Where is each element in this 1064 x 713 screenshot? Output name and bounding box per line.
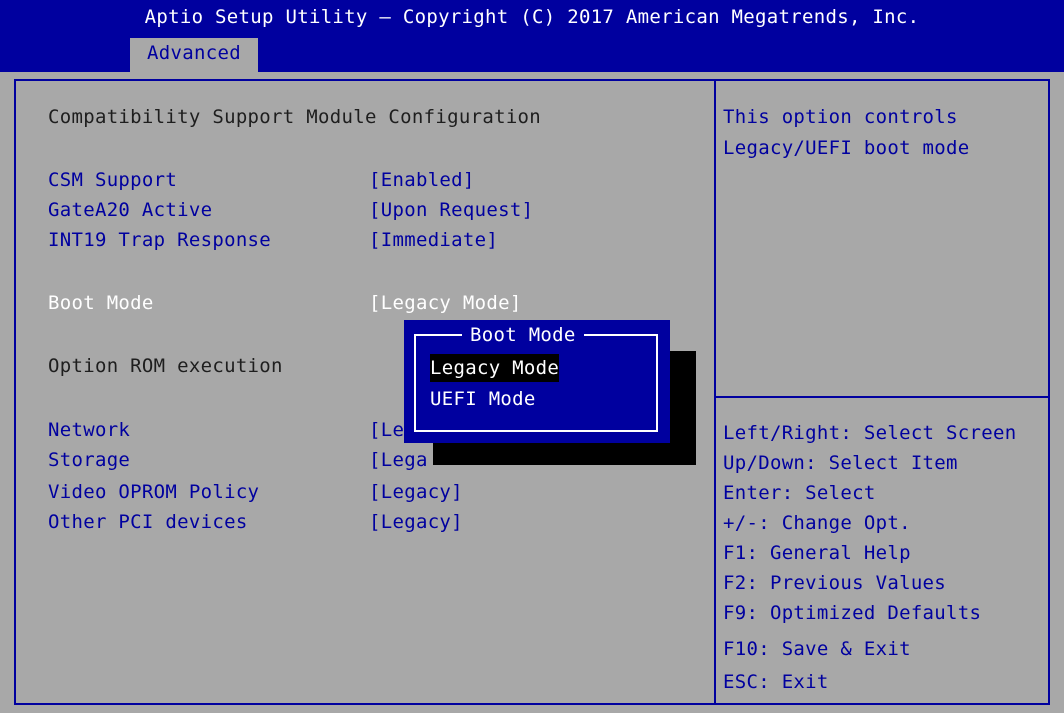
- setting-value-csm-support[interactable]: [Enabled]: [369, 166, 475, 194]
- key-hint-f10: F10: Save & Exit: [723, 638, 911, 660]
- setting-label-int19-trap-response[interactable]: INT19 Trap Response: [48, 226, 271, 254]
- setting-value-video-oprom-policy[interactable]: [Legacy]: [369, 478, 463, 506]
- help-divider: [716, 396, 1050, 398]
- setting-value-other-pci-devices[interactable]: [Legacy]: [369, 508, 463, 536]
- setting-label-storage[interactable]: Storage: [48, 446, 130, 474]
- key-hint-change-opt: +/-: Change Opt.: [723, 512, 911, 534]
- key-hint-f1: F1: General Help: [723, 542, 911, 564]
- popup-option-legacy-mode[interactable]: Legacy Mode: [430, 354, 560, 382]
- setting-label-network[interactable]: Network: [48, 416, 130, 444]
- setting-label-video-oprom-policy[interactable]: Video OPROM Policy: [48, 478, 259, 506]
- panel-divider: [714, 79, 716, 705]
- setting-label-other-pci-devices[interactable]: Other PCI devices: [48, 508, 248, 536]
- key-hint-enter: Enter: Select: [723, 482, 876, 504]
- key-hint-esc: ESC: Exit: [723, 671, 829, 693]
- help-description-line-2: Legacy/UEFI boot mode: [723, 137, 970, 159]
- setting-label-boot-mode[interactable]: Boot Mode: [48, 289, 154, 317]
- setting-label-gatea20-active[interactable]: GateA20 Active: [48, 196, 212, 224]
- help-description-line-1: This option controls: [723, 106, 958, 128]
- key-hint-f2: F2: Previous Values: [723, 572, 947, 594]
- boot-mode-popup: Boot Mode Legacy Mode UEFI Mode: [404, 320, 670, 443]
- title-bar: Aptio Setup Utility – Copyright (C) 2017…: [0, 0, 1064, 72]
- setting-value-network[interactable]: [Le: [369, 416, 404, 444]
- option-rom-execution-heading: Option ROM execution: [48, 355, 283, 377]
- setting-value-storage[interactable]: [Lega: [369, 446, 428, 474]
- popup-option-uefi-mode[interactable]: UEFI Mode: [430, 385, 536, 413]
- setting-value-boot-mode[interactable]: [Legacy Mode]: [369, 289, 522, 317]
- setting-value-gatea20-active[interactable]: [Upon Request]: [369, 196, 533, 224]
- key-hint-f9: F9: Optimized Defaults: [723, 602, 982, 624]
- section-heading: Compatibility Support Module Configurati…: [48, 106, 542, 128]
- key-hint-left-right: Left/Right: Select Screen: [723, 422, 1017, 444]
- setting-label-csm-support[interactable]: CSM Support: [48, 166, 177, 194]
- setting-value-int19-trap-response[interactable]: [Immediate]: [369, 226, 498, 254]
- tab-advanced[interactable]: Advanced: [130, 38, 258, 72]
- key-hint-up-down: Up/Down: Select Item: [723, 452, 958, 474]
- app-title: Aptio Setup Utility – Copyright (C) 2017…: [144, 6, 920, 28]
- popup-title: Boot Mode: [462, 321, 584, 349]
